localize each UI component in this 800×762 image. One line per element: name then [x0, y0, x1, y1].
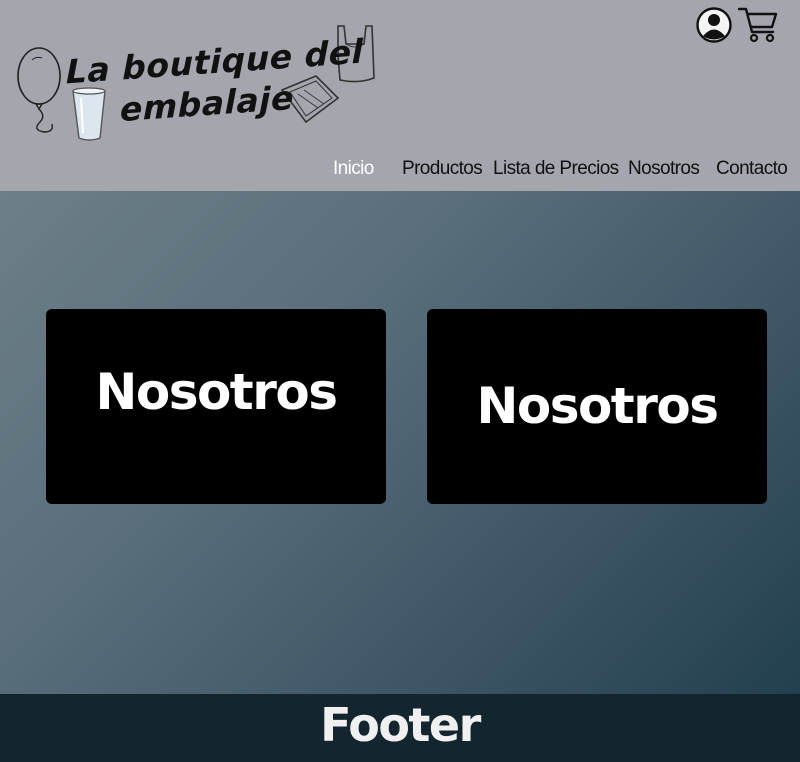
nav-item-contacto[interactable]: Contacto [716, 158, 788, 180]
nav-item-lista-de-precios[interactable]: Lista de Precios [493, 158, 619, 180]
nav-item-productos[interactable]: Productos [402, 158, 483, 180]
card-title: Nosotros [95, 363, 338, 421]
shopping-cart-icon[interactable] [737, 6, 778, 44]
site-header: La boutique del embalaje Inicio Producto… [0, 0, 800, 191]
main-nav: Inicio Productos Lista de Precios Nosotr… [0, 158, 800, 188]
nav-item-inicio[interactable]: Inicio [333, 158, 374, 180]
nosotros-card-left[interactable]: Nosotros [46, 309, 386, 504]
user-account-icon[interactable] [696, 7, 732, 43]
nav-item-nosotros[interactable]: Nosotros [628, 158, 700, 180]
footer-text: Footer [320, 698, 481, 752]
card-title: Nosotros [476, 377, 719, 435]
site-logo[interactable]: La boutique del embalaje [14, 18, 386, 144]
nosotros-card-right[interactable]: Nosotros [427, 309, 767, 504]
hero-section: Nosotros Nosotros [0, 191, 800, 694]
site-footer: Footer [0, 694, 800, 762]
